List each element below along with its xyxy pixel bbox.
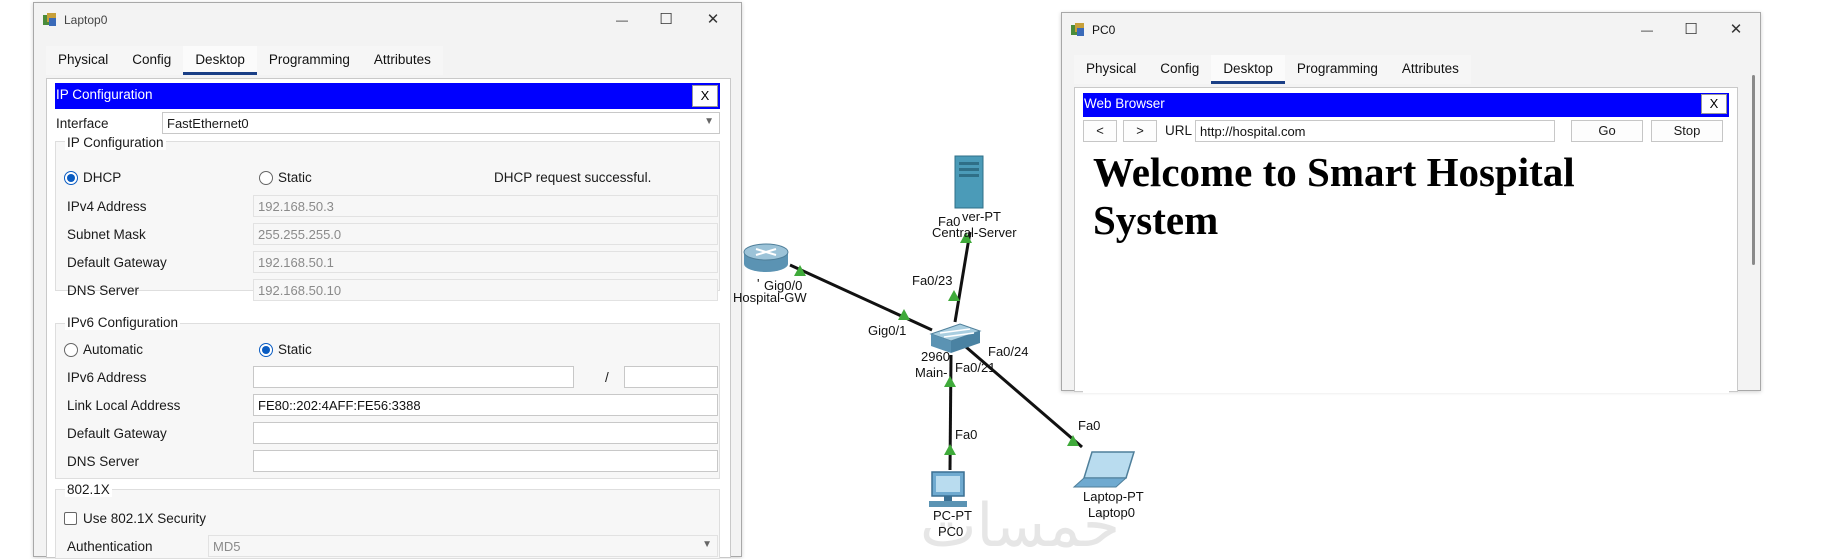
switch-fa021-label: Fa0/21 — [955, 360, 996, 375]
packet-tracer-icon — [1071, 23, 1084, 36]
link-router-switch[interactable] — [789, 263, 933, 332]
maximize-button[interactable]: ☐ — [1676, 19, 1706, 41]
tab-desktop[interactable]: Desktop — [1211, 55, 1285, 84]
laptop-name-label: Laptop0 — [1088, 505, 1135, 520]
pc-window: PC0 — ☐ ✕ Physical Config Desktop Progra… — [1061, 12, 1761, 393]
router-name-label: Hospital-GW — [733, 290, 807, 305]
page-heading: Welcome to Smart Hospital System — [1093, 148, 1575, 244]
pc-port-label: Fa0 — [955, 427, 978, 442]
url-input[interactable]: http://hospital.com — [1195, 120, 1555, 142]
laptop-port-label: Fa0 — [1078, 418, 1101, 433]
pc-type-label: PC-PT — [933, 508, 972, 523]
tab-physical[interactable]: Physical — [1074, 55, 1149, 84]
switch-model-label: 2960 — [921, 349, 950, 364]
router-icon[interactable] — [743, 243, 789, 272]
link-up-indicator — [944, 444, 956, 455]
switch-fa023-label: Fa0/23 — [912, 273, 953, 288]
router-apostrophe: ' — [757, 276, 760, 291]
window-title: PC0 — [1092, 23, 1116, 37]
page-heading-line1: Welcome to Smart Hospital — [1093, 149, 1575, 195]
pc-icon[interactable] — [929, 471, 967, 507]
switch-gig01-label: Gig0/1 — [868, 323, 907, 338]
scrollbar[interactable] — [1752, 75, 1755, 265]
server-icon[interactable] — [954, 155, 984, 209]
laptop-type-label: Laptop-PT — [1083, 489, 1144, 504]
go-button[interactable]: Go — [1571, 120, 1643, 142]
laptop-icon[interactable] — [1072, 451, 1136, 488]
link-server-switch[interactable] — [953, 231, 972, 323]
pc-tab-bar: Physical Config Desktop Programming Attr… — [1074, 55, 1471, 84]
forward-button[interactable]: > — [1123, 120, 1157, 142]
tab-programming[interactable]: Programming — [1284, 55, 1390, 84]
tab-config[interactable]: Config — [1148, 55, 1212, 84]
server-type-label: ver-PT — [962, 209, 1001, 224]
tab-attributes[interactable]: Attributes — [1389, 55, 1471, 84]
minimize-button[interactable]: — — [1632, 19, 1662, 41]
url-label: URL — [1165, 123, 1193, 138]
app-title: Web Browser — [1084, 96, 1165, 111]
server-name-label: Central-Server — [932, 225, 1017, 240]
pc-name-label: PC0 — [938, 524, 964, 539]
switch-fa024-label: Fa0/24 — [988, 344, 1029, 359]
stop-button[interactable]: Stop — [1651, 120, 1723, 142]
page-content: Welcome to Smart Hospital System — [1083, 146, 1729, 393]
page-heading-line2: System — [1093, 197, 1219, 243]
close-button[interactable]: ✕ — [1721, 19, 1751, 41]
pc-titlebar[interactable]: PC0 — ☐ ✕ — [1062, 13, 1760, 47]
app-close-button[interactable]: X — [1701, 94, 1727, 114]
web-browser-titlebar: Web Browser X — [1083, 93, 1729, 117]
switch-name-label: Main- — [915, 365, 948, 380]
web-browser-panel: Web Browser X < > URL http://hospital.co… — [1074, 87, 1738, 393]
back-button[interactable]: < — [1083, 120, 1117, 142]
